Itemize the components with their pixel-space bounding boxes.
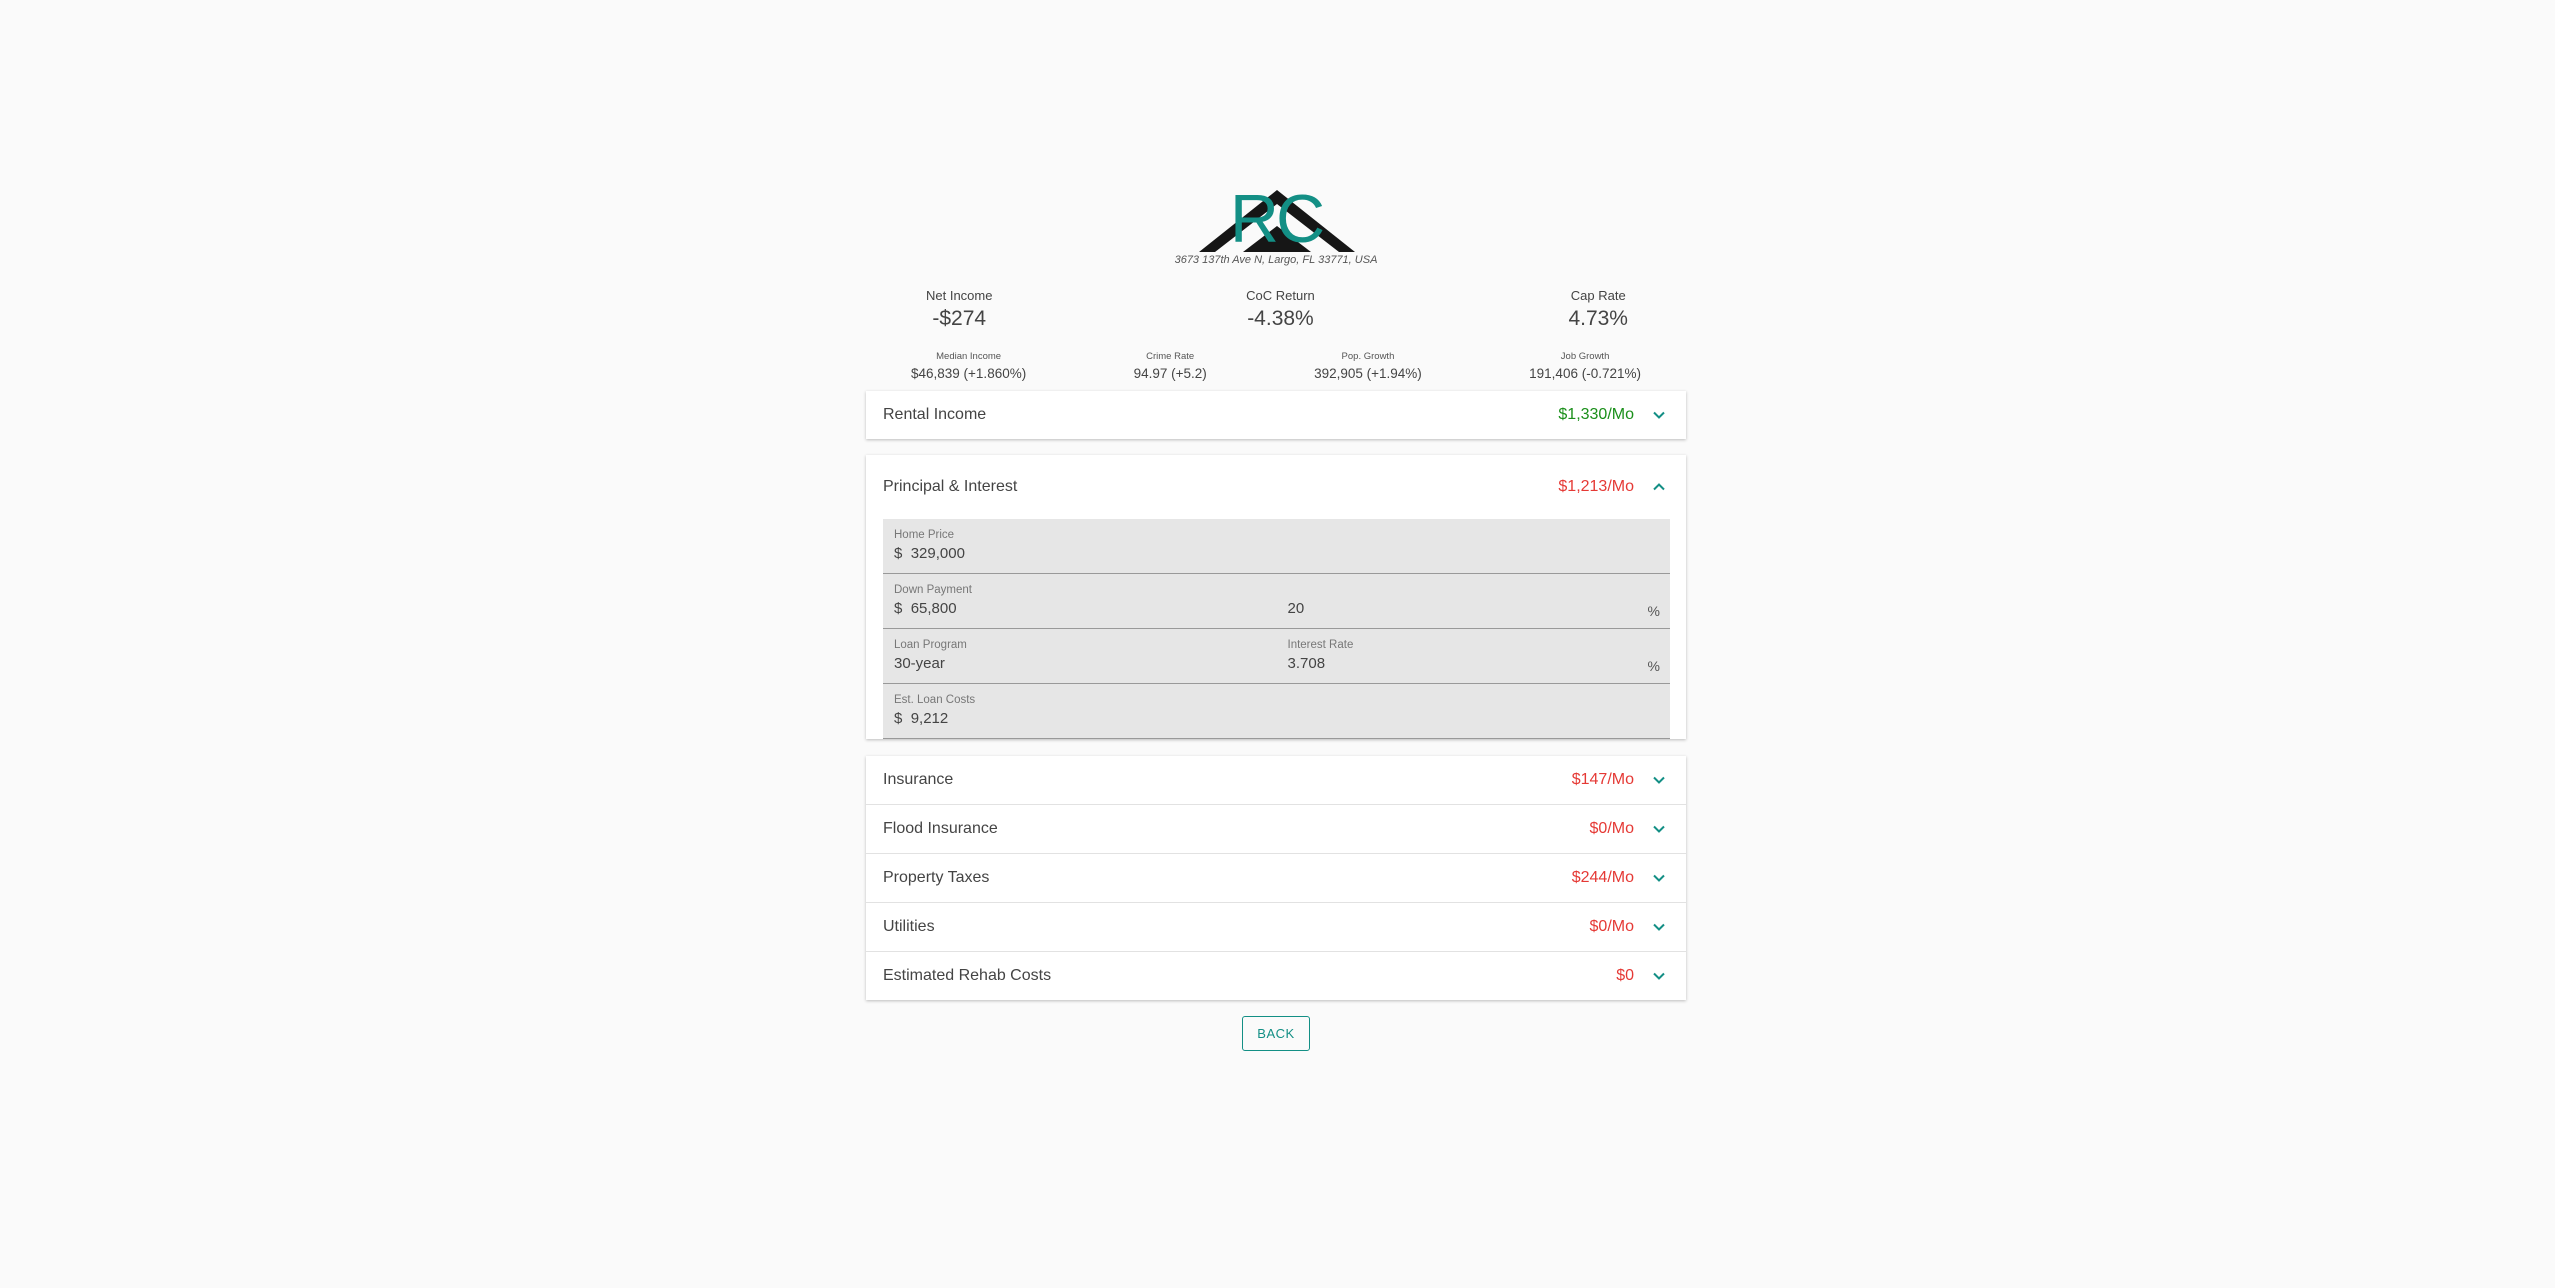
percent-suffix: % bbox=[1647, 658, 1660, 674]
logo: RC bbox=[1191, 181, 1361, 257]
down-payment-field[interactable]: Down Payment $ 65,800 bbox=[883, 574, 1277, 628]
currency-prefix: $ bbox=[894, 710, 903, 727]
loan-program-field[interactable]: Loan Program 30-year bbox=[883, 629, 1277, 683]
loan-costs-value: 9,212 bbox=[910, 710, 949, 727]
down-payment-percent-value: 20 bbox=[1287, 600, 1305, 617]
metric-coc-return: CoC Return -4.38% bbox=[1246, 288, 1315, 331]
back-button[interactable]: BACK bbox=[1242, 1016, 1310, 1051]
principal-interest-header[interactable]: Principal & Interest $1,213/Mo bbox=[866, 455, 1686, 519]
stat-value: 392,905 (+1.94%) bbox=[1314, 366, 1422, 381]
panel-amount: $244/Mo bbox=[1571, 869, 1634, 886]
panel-amount: $0 bbox=[1616, 967, 1634, 984]
currency-prefix: $ bbox=[894, 600, 903, 617]
chevron-down-icon[interactable] bbox=[1652, 920, 1666, 934]
panel-property-taxes[interactable]: Property Taxes $244/Mo bbox=[866, 854, 1686, 902]
panel-title: Property Taxes bbox=[883, 869, 990, 886]
metric-cap-rate: Cap Rate 4.73% bbox=[1568, 288, 1628, 331]
stat-median-income: Median Income $46,839 (+1.860%) bbox=[911, 351, 1026, 381]
metric-value: 4.73% bbox=[1568, 307, 1628, 330]
metric-label: Net Income bbox=[926, 288, 993, 303]
metric-value: -$274 bbox=[932, 307, 987, 330]
stat-value: 94.97 (+5.2) bbox=[1133, 366, 1207, 381]
field-label: Est. Loan Costs bbox=[894, 694, 976, 706]
interest-rate-value: 3.708 bbox=[1287, 655, 1326, 672]
chevron-down-icon[interactable] bbox=[1652, 871, 1666, 885]
field-label-empty bbox=[1288, 584, 1660, 596]
stat-value: 191,406 (-0.721%) bbox=[1529, 366, 1641, 381]
metric-label: Cap Rate bbox=[1570, 288, 1626, 303]
market-stats: Median Income $46,839 (+1.860%) Crime Ra… bbox=[866, 351, 1686, 381]
field-value: $ 9,212 bbox=[894, 710, 1659, 727]
stat-label: Job Growth bbox=[1560, 351, 1610, 362]
loan-form: Home Price $ 329,000 Down Payment $ 65,8… bbox=[883, 519, 1670, 739]
stat-job-growth: Job Growth 191,406 (-0.721%) bbox=[1529, 351, 1641, 381]
panel-amount: $147/Mo bbox=[1571, 771, 1634, 788]
field-label: Down Payment bbox=[894, 584, 972, 596]
loan-costs-field[interactable]: Est. Loan Costs $ 9,212 bbox=[883, 684, 1670, 738]
panel-title: Insurance bbox=[883, 771, 954, 788]
logo-letters: RC bbox=[1229, 181, 1325, 257]
loan-program-row: Loan Program 30-year Interest Rate 3.708… bbox=[883, 629, 1670, 684]
loan-costs-row: Est. Loan Costs $ 9,212 bbox=[883, 684, 1670, 739]
home-price-row: Home Price $ 329,000 bbox=[883, 519, 1670, 574]
percent-suffix: % bbox=[1647, 603, 1660, 619]
stat-value: $46,839 (+1.860%) bbox=[911, 366, 1027, 381]
expense-panels: Insurance $147/Mo Flood Insurance $0/Mo … bbox=[866, 756, 1686, 1000]
key-metrics: Net Income -$274 CoC Return -4.38% Cap R… bbox=[866, 288, 1686, 331]
chevron-down-icon[interactable] bbox=[1652, 822, 1666, 836]
stat-label: Pop. Growth bbox=[1341, 351, 1395, 362]
panel-flood-insurance[interactable]: Flood Insurance $0/Mo bbox=[866, 805, 1686, 853]
rental-income-header[interactable]: Rental Income $1,330/Mo bbox=[866, 391, 1686, 439]
field-label: Interest Rate bbox=[1287, 639, 1354, 651]
field-value: $ 329,000 bbox=[894, 545, 1659, 562]
down-payment-row: Down Payment $ 65,800 20 % bbox=[883, 574, 1670, 629]
field-label: Loan Program bbox=[894, 639, 967, 651]
panel-title: Rental Income bbox=[883, 406, 987, 423]
property-analysis: RC 3673 137th Ave N, Largo, FL 33771, US… bbox=[866, 181, 1686, 1051]
panel-amount: $0/Mo bbox=[1589, 918, 1634, 935]
field-value: $ 65,800 bbox=[894, 600, 1266, 617]
field-label: Home Price bbox=[894, 529, 955, 541]
panel-title: Principal & Interest bbox=[883, 478, 1018, 495]
down-payment-value: 65,800 bbox=[910, 600, 957, 617]
chevron-down-icon[interactable] bbox=[1652, 969, 1666, 983]
home-price-field[interactable]: Home Price $ 329,000 bbox=[883, 519, 1670, 573]
panel-estimated-rehab-costs[interactable]: Estimated Rehab Costs $0 bbox=[866, 952, 1686, 1000]
panel-insurance[interactable]: Insurance $147/Mo bbox=[866, 756, 1686, 804]
stat-label: Crime Rate bbox=[1146, 351, 1195, 362]
panel-title: Utilities bbox=[883, 918, 935, 935]
down-payment-percent-field[interactable]: 20 % bbox=[1277, 574, 1671, 628]
stat-label: Median Income bbox=[936, 351, 1002, 362]
panel-amount: $0/Mo bbox=[1589, 820, 1634, 837]
stat-crime-rate: Crime Rate 94.97 (+5.2) bbox=[1134, 351, 1207, 381]
loan-program-value: 30-year bbox=[894, 655, 945, 672]
panel-utilities[interactable]: Utilities $0/Mo bbox=[866, 903, 1686, 951]
metric-value: -4.38% bbox=[1247, 307, 1314, 330]
panel-amount: $1,330/Mo bbox=[1558, 406, 1634, 423]
metric-label: CoC Return bbox=[1246, 288, 1315, 303]
currency-prefix: $ bbox=[894, 545, 903, 562]
panel-principal-interest: Principal & Interest $1,213/Mo Home Pric… bbox=[866, 455, 1686, 739]
panel-amount: $1,213/Mo bbox=[1558, 478, 1634, 495]
panel-title: Estimated Rehab Costs bbox=[883, 967, 1052, 984]
panel-title: Flood Insurance bbox=[883, 820, 998, 837]
chevron-up-icon[interactable] bbox=[1652, 480, 1666, 494]
stat-pop-growth: Pop. Growth 392,905 (+1.94%) bbox=[1314, 351, 1422, 381]
chevron-down-icon[interactable] bbox=[1652, 408, 1666, 422]
home-price-value: 329,000 bbox=[910, 545, 965, 562]
interest-rate-field[interactable]: Interest Rate 3.708 % bbox=[1277, 629, 1671, 683]
metric-net-income: Net Income -$274 bbox=[926, 288, 992, 331]
chevron-down-icon[interactable] bbox=[1652, 773, 1666, 787]
panel-rental-income: Rental Income $1,330/Mo bbox=[866, 391, 1686, 439]
